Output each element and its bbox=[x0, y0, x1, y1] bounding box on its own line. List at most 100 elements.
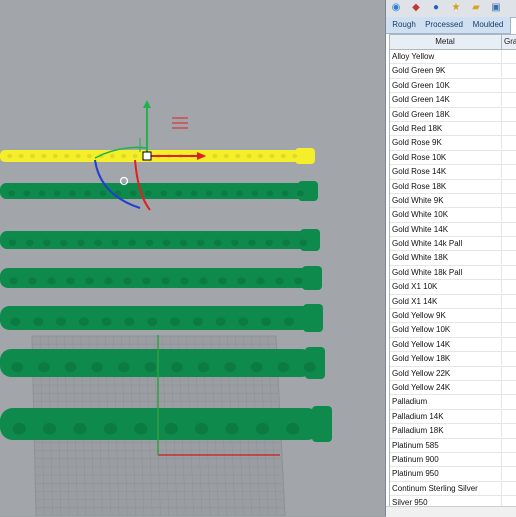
folder-icon[interactable]: ▰ bbox=[470, 2, 482, 14]
chain-link bbox=[213, 239, 222, 246]
chain-link bbox=[196, 239, 205, 246]
chain-link bbox=[85, 277, 94, 285]
chain-link bbox=[246, 153, 252, 159]
chain-link bbox=[33, 317, 44, 326]
chain-link bbox=[205, 190, 213, 197]
tab-processed[interactable]: Processed bbox=[424, 17, 464, 33]
tab-rough[interactable]: Rough bbox=[389, 17, 419, 33]
cell-separator bbox=[501, 237, 502, 251]
table-row[interactable]: Gold Yellow 24K bbox=[390, 380, 516, 396]
chain-link bbox=[103, 423, 118, 435]
table-row[interactable]: Continum Sterling Silver bbox=[390, 481, 516, 497]
table-row[interactable]: Platinum 900 bbox=[390, 452, 516, 468]
table-row[interactable]: Gold White 14K bbox=[390, 222, 516, 238]
chain-link bbox=[101, 317, 112, 326]
chain-clasp bbox=[302, 266, 322, 290]
table-row[interactable]: Gold Rose 9K bbox=[390, 136, 516, 151]
metal-name-cell: Palladium bbox=[392, 397, 428, 407]
table-row[interactable]: Gold White 9K bbox=[390, 193, 516, 209]
cell-separator bbox=[501, 380, 502, 394]
chain-link bbox=[277, 362, 290, 373]
column-header-metal[interactable]: Metal bbox=[390, 35, 500, 49]
cell-separator bbox=[501, 323, 502, 337]
table-row[interactable]: Platinum 950 bbox=[390, 467, 516, 482]
metal-name-cell: Gold Red 18K bbox=[392, 123, 443, 133]
column-header-gran[interactable]: Gran bbox=[504, 35, 516, 49]
metal-name-cell: Gold Green 18K bbox=[392, 109, 450, 119]
chain-link bbox=[175, 190, 183, 197]
table-row[interactable]: Gold White 18K bbox=[390, 251, 516, 266]
table-row[interactable]: Palladium 14K bbox=[390, 409, 516, 425]
metal-name-cell: Gold Rose 18K bbox=[392, 181, 447, 191]
chain-link bbox=[84, 190, 91, 197]
chain-link bbox=[18, 153, 24, 159]
chain-link bbox=[42, 239, 51, 246]
table-row[interactable]: Gold Yellow 14K bbox=[390, 337, 516, 353]
chain-link bbox=[53, 190, 61, 197]
table-row[interactable]: Gold Rose 10K bbox=[390, 150, 516, 166]
paint-icon[interactable]: ● bbox=[430, 2, 442, 14]
metal-name-cell: Gold Yellow 10K bbox=[392, 325, 451, 335]
cell-separator bbox=[501, 136, 502, 150]
chain-link bbox=[281, 190, 289, 197]
cell-separator bbox=[501, 309, 502, 323]
metal-name-cell: Gold White 18K bbox=[392, 253, 449, 263]
3d-viewport[interactable] bbox=[0, 0, 385, 516]
metal-name-cell: Gold White 14k Pall bbox=[392, 239, 463, 249]
table-row[interactable]: Gold Green 9K bbox=[390, 64, 516, 79]
metal-name-cell: Gold X1 14K bbox=[392, 296, 438, 306]
cell-separator bbox=[501, 78, 502, 92]
chain-link bbox=[64, 153, 70, 159]
chain-link bbox=[190, 190, 198, 197]
table-row[interactable]: Gold Green 18K bbox=[390, 107, 516, 122]
table-row[interactable]: Gold Green 10K bbox=[390, 78, 516, 94]
panel-scrollbar[interactable] bbox=[386, 506, 516, 517]
metal-name-cell: Palladium 14K bbox=[392, 411, 444, 421]
table-row[interactable]: Gold Rose 14K bbox=[390, 165, 516, 180]
cell-separator bbox=[501, 467, 502, 481]
image-icon[interactable]: ▣ bbox=[490, 2, 502, 14]
chain-link bbox=[99, 190, 107, 197]
cell-separator bbox=[501, 64, 502, 78]
star-icon[interactable]: ★ bbox=[450, 2, 462, 14]
table-header: Metal Gran bbox=[390, 35, 516, 50]
table-row[interactable]: Gold White 18k Pall bbox=[390, 265, 516, 281]
table-row[interactable]: Gold Yellow 22K bbox=[390, 366, 516, 381]
table-row[interactable]: Gold White 14k Pall bbox=[390, 237, 516, 252]
table-row[interactable]: Gold White 10K bbox=[390, 208, 516, 223]
table-row[interactable]: Gold Red 18K bbox=[390, 121, 516, 137]
chain-link bbox=[251, 190, 259, 197]
chain-link bbox=[161, 277, 170, 285]
table-row[interactable]: Gold Yellow 18K bbox=[390, 352, 516, 367]
table-row[interactable]: Platinum 585 bbox=[390, 438, 516, 453]
table-row[interactable]: Gold Rose 18K bbox=[390, 179, 516, 194]
chain-link bbox=[121, 153, 127, 159]
table-row[interactable]: Palladium 18K bbox=[390, 424, 516, 439]
metal-name-cell: Gold White 14K bbox=[392, 224, 449, 234]
chain-link bbox=[236, 190, 243, 197]
table-row[interactable]: Gold Green 14K bbox=[390, 93, 516, 108]
globe-icon[interactable]: ◉ bbox=[390, 2, 402, 14]
panel-toolbar: ◉ ◆ ● ★ ▰ ▣ bbox=[386, 0, 516, 18]
chain-link bbox=[60, 239, 68, 246]
tab-active-edge[interactable] bbox=[510, 17, 516, 34]
chain-link bbox=[224, 362, 236, 373]
table-row[interactable]: Gold X1 14K bbox=[390, 294, 516, 310]
table-row[interactable]: Alloy Yellow bbox=[390, 50, 516, 65]
table-row[interactable]: Gold Yellow 9K bbox=[390, 309, 516, 324]
tab-moulded[interactable]: Moulded bbox=[470, 17, 506, 33]
materials-panel: ◉ ◆ ● ★ ▰ ▣ Rough Processed Moulded Meta… bbox=[385, 0, 516, 517]
cell-separator bbox=[501, 208, 502, 222]
table-row[interactable]: Palladium bbox=[390, 395, 516, 410]
table-row[interactable]: Gold Yellow 10K bbox=[390, 323, 516, 338]
metal-name-cell: Platinum 585 bbox=[392, 440, 439, 450]
cell-separator bbox=[501, 179, 502, 193]
chain-clasp bbox=[312, 406, 332, 442]
chain-link bbox=[292, 153, 298, 159]
tag-icon[interactable]: ◆ bbox=[410, 2, 422, 14]
chain-link bbox=[169, 317, 181, 326]
table-row[interactable]: Gold X1 10K bbox=[390, 280, 516, 295]
chain-link bbox=[304, 362, 316, 373]
viewport-canvas[interactable] bbox=[0, 0, 385, 516]
cell-separator bbox=[501, 395, 502, 409]
